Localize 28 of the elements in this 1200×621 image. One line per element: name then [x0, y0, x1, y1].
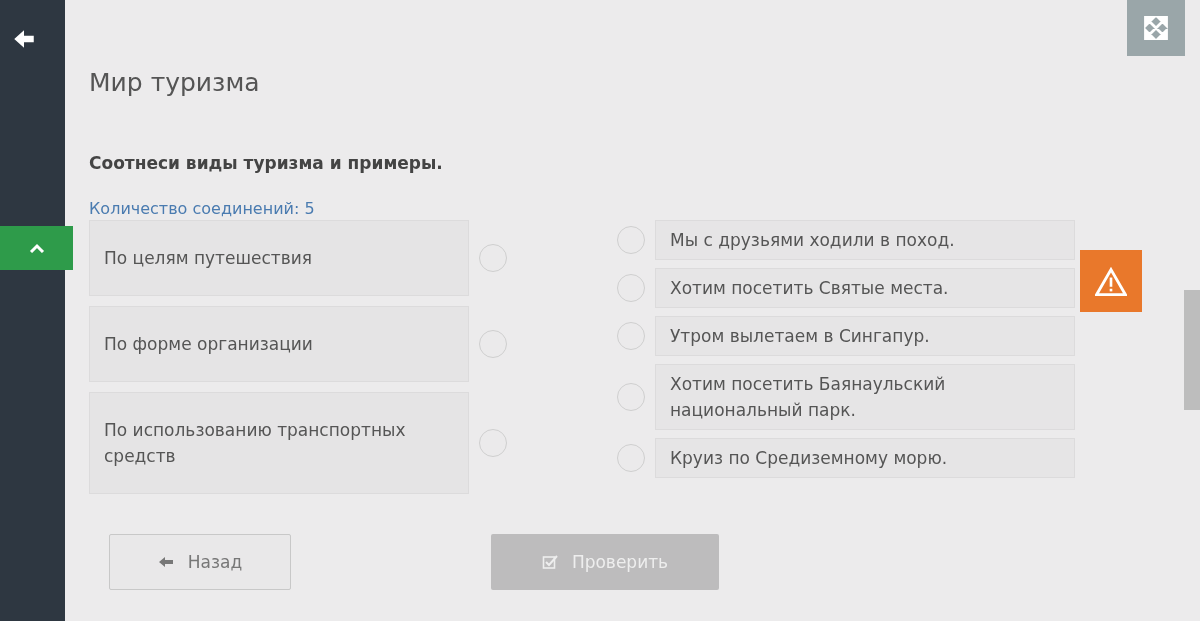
page-title: Мир туризма — [89, 68, 261, 97]
connector-circle[interactable] — [479, 330, 507, 358]
connector-circle[interactable] — [617, 322, 645, 350]
category-card[interactable]: По целям путешествия — [89, 220, 469, 296]
example-card[interactable]: Утром вылетаем в Сингапур. — [655, 316, 1075, 356]
example-card[interactable]: Круиз по Средиземному морю. — [655, 438, 1075, 478]
example-card[interactable]: Хотим посетить Святые места. — [655, 268, 1075, 308]
connector-circle[interactable] — [479, 244, 507, 272]
checkbox-icon — [541, 554, 558, 570]
example-card[interactable]: Мы с друзьями ходили в поход. — [655, 220, 1075, 260]
example-card[interactable]: Хотим посетить Баянаульский национальный парк. — [655, 364, 1075, 430]
report-button[interactable] — [1080, 250, 1142, 312]
caret-up-icon — [28, 243, 45, 253]
back-button[interactable]: Назад — [109, 534, 291, 590]
scrollbar[interactable] — [1184, 290, 1200, 410]
connector-circle[interactable] — [617, 226, 645, 254]
connector-circle[interactable] — [617, 274, 645, 302]
left-arrow-icon — [157, 556, 174, 568]
instruction-text: Соотнеси виды туризма и примеры. — [89, 153, 444, 173]
warning-icon — [1095, 266, 1127, 296]
connector-circle[interactable] — [617, 444, 645, 472]
connector-circle[interactable] — [479, 429, 507, 457]
connector-circle[interactable] — [617, 383, 645, 411]
category-card[interactable]: По использованию транспортных средств — [89, 392, 469, 494]
connections-count: Количество соединений: 5 — [89, 199, 316, 218]
collapse-tab[interactable] — [0, 226, 73, 270]
category-card[interactable]: По форме организации — [89, 306, 469, 382]
fullscreen-button[interactable] — [1127, 0, 1185, 56]
